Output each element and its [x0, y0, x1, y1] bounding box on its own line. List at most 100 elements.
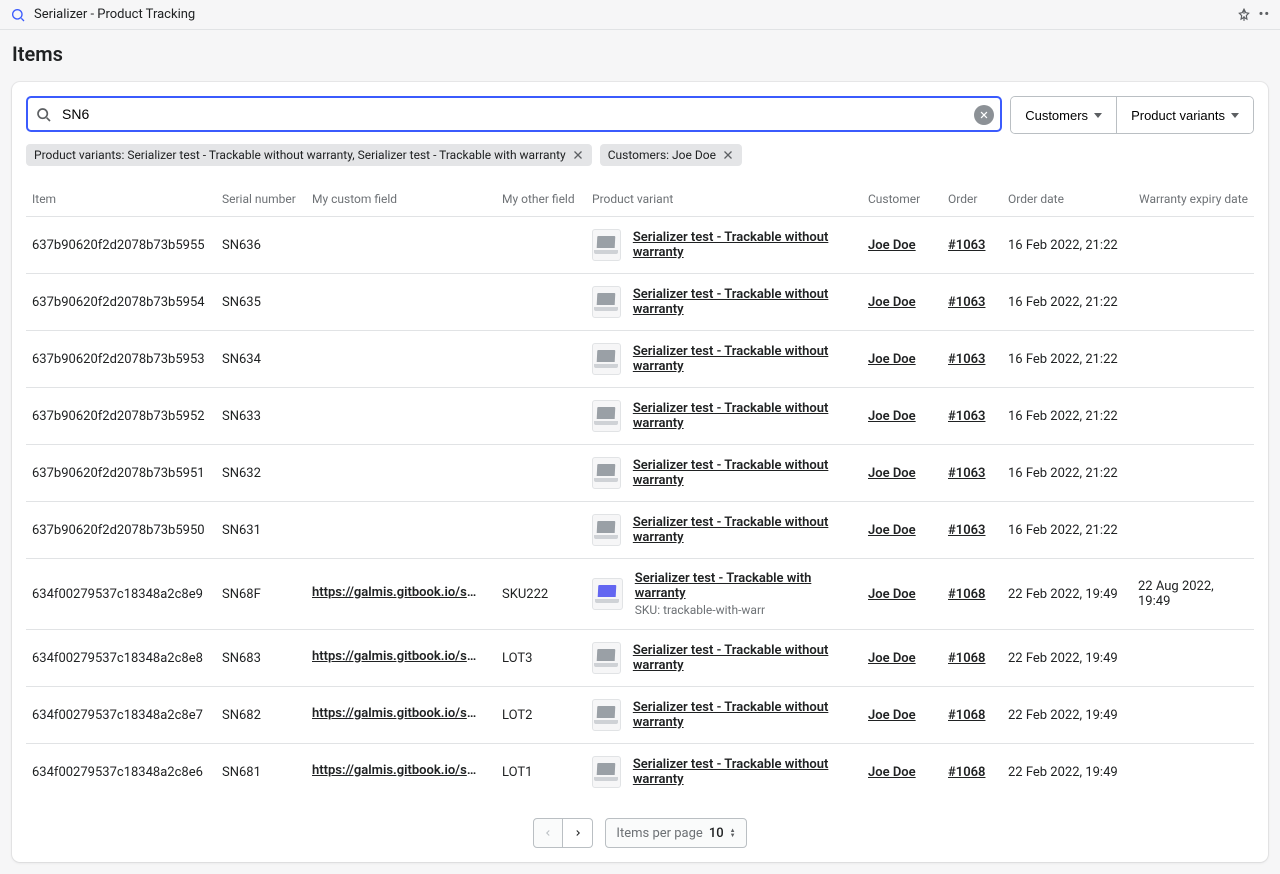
warranty-date	[1132, 502, 1254, 559]
variant-link[interactable]: Serializer test - Trackable without warr…	[633, 757, 856, 787]
item-id: 637b90620f2d2078b73b5954	[26, 274, 216, 331]
pagination: Items per page 10 ▲▼	[26, 818, 1254, 848]
table-row[interactable]: 634f00279537c18348a2c8e8SN683https://gal…	[26, 630, 1254, 687]
order-date: 22 Feb 2022, 19:49	[1002, 744, 1132, 801]
serial-number: SN636	[216, 217, 306, 274]
serial-number: SN634	[216, 331, 306, 388]
table-row[interactable]: 637b90620f2d2078b73b5952SN633 Serializer …	[26, 388, 1254, 445]
serial-number: SN683	[216, 630, 306, 687]
customer-link[interactable]: Joe Doe	[868, 295, 916, 310]
customer-link[interactable]: Joe Doe	[868, 651, 916, 666]
order-link[interactable]: #1063	[948, 352, 985, 367]
order-link[interactable]: #1063	[948, 523, 985, 538]
order-link[interactable]: #1063	[948, 238, 985, 253]
col-order-date: Order date	[1002, 182, 1132, 217]
clear-search-button[interactable]	[974, 105, 994, 125]
warranty-date	[1132, 274, 1254, 331]
order-link[interactable]: #1068	[948, 708, 985, 723]
customer-link[interactable]: Joe Doe	[868, 466, 916, 481]
warranty-date	[1132, 744, 1254, 801]
other-field: LOT1	[496, 744, 586, 801]
serial-number: SN633	[216, 388, 306, 445]
item-id: 637b90620f2d2078b73b5951	[26, 445, 216, 502]
col-serial: Serial number	[216, 182, 306, 217]
variant-thumbnail	[592, 578, 623, 610]
variant-link[interactable]: Serializer test - Trackable without warr…	[633, 458, 856, 488]
app-title: Serializer - Product Tracking	[34, 7, 1237, 22]
customers-dropdown[interactable]: Customers	[1011, 97, 1116, 133]
col-order: Order	[942, 182, 1002, 217]
customer-link[interactable]: Joe Doe	[868, 238, 916, 253]
filter-chip[interactable]: Customers: Joe Doe	[600, 144, 742, 166]
variant-link[interactable]: Serializer test - Trackable without warr…	[633, 643, 856, 673]
variant-thumbnail	[592, 699, 621, 731]
col-custom: My custom field	[306, 182, 496, 217]
customer-link[interactable]: Joe Doe	[868, 708, 916, 723]
items-card: Customers Product variants Product varia…	[12, 82, 1268, 862]
variant-link[interactable]: Serializer test - Trackable without warr…	[633, 700, 856, 730]
variant-link[interactable]: Serializer test - Trackable without warr…	[633, 344, 856, 374]
custom-field-link[interactable]: https://galmis.gitbook.io/seri...	[312, 706, 482, 721]
table-row[interactable]: 634f00279537c18348a2c8e9SN68Fhttps://gal…	[26, 559, 1254, 630]
order-link[interactable]: #1063	[948, 409, 985, 424]
variant-link[interactable]: Serializer test - Trackable with warrant…	[635, 571, 856, 601]
serial-number: SN632	[216, 445, 306, 502]
table-row[interactable]: 637b90620f2d2078b73b5950SN631Serializer …	[26, 502, 1254, 559]
variant-thumbnail	[592, 457, 621, 489]
items-per-page-select[interactable]: Items per page 10 ▲▼	[605, 818, 746, 848]
item-id: 634f00279537c18348a2c8e9	[26, 559, 216, 630]
custom-field-link[interactable]: https://galmis.gitbook.io/seri...	[312, 649, 482, 664]
col-item: Item	[26, 182, 216, 217]
table-row[interactable]: 637b90620f2d2078b73b5955SN636 Serializer …	[26, 217, 1254, 274]
col-customer: Customer	[862, 182, 942, 217]
warranty-date	[1132, 630, 1254, 687]
variant-thumbnail	[592, 343, 621, 375]
chevron-left-icon	[543, 828, 553, 838]
items-table: Item Serial number My custom field My ot…	[26, 182, 1254, 800]
close-icon[interactable]	[572, 149, 584, 161]
more-icon[interactable]: ••	[1259, 7, 1270, 22]
customer-link[interactable]: Joe Doe	[868, 352, 916, 367]
variant-thumbnail	[592, 400, 621, 432]
prev-page-button[interactable]	[533, 818, 563, 848]
order-link[interactable]: #1063	[948, 466, 985, 481]
variant-link[interactable]: Serializer test - Trackable without warr…	[633, 230, 856, 260]
customer-link[interactable]: Joe Doe	[868, 587, 916, 602]
warranty-date	[1132, 388, 1254, 445]
table-row[interactable]: 637b90620f2d2078b73b5953SN634Serializer …	[26, 331, 1254, 388]
search-input[interactable]	[26, 96, 1002, 132]
item-id: 637b90620f2d2078b73b5955	[26, 217, 216, 274]
warranty-date	[1132, 331, 1254, 388]
chevron-right-icon	[573, 828, 583, 838]
close-icon[interactable]	[722, 149, 734, 161]
chevron-down-icon	[1231, 113, 1239, 118]
pin-icon[interactable]	[1237, 8, 1251, 22]
variant-link[interactable]: Serializer test - Trackable without warr…	[633, 287, 856, 317]
variant-thumbnail	[592, 514, 621, 546]
order-link[interactable]: #1063	[948, 295, 985, 310]
variants-dropdown[interactable]: Product variants	[1116, 97, 1253, 133]
table-row[interactable]: 637b90620f2d2078b73b5954SN635 Serializer …	[26, 274, 1254, 331]
next-page-button[interactable]	[563, 818, 593, 848]
table-row[interactable]: 637b90620f2d2078b73b5951SN632 Serializer …	[26, 445, 1254, 502]
customer-link[interactable]: Joe Doe	[868, 765, 916, 780]
customer-link[interactable]: Joe Doe	[868, 523, 916, 538]
filter-chip[interactable]: Product variants: Serializer test - Trac…	[26, 144, 592, 166]
item-id: 637b90620f2d2078b73b5950	[26, 502, 216, 559]
order-link[interactable]: #1068	[948, 587, 985, 602]
order-date: 16 Feb 2022, 21:22	[1002, 274, 1132, 331]
serial-number: SN635	[216, 274, 306, 331]
table-row[interactable]: 634f00279537c18348a2c8e7SN682https://gal…	[26, 687, 1254, 744]
col-warranty: Warranty expiry date	[1132, 182, 1254, 217]
order-link[interactable]: #1068	[948, 765, 985, 780]
order-link[interactable]: #1068	[948, 651, 985, 666]
table-row[interactable]: 634f00279537c18348a2c8e6SN681https://gal…	[26, 744, 1254, 801]
custom-field-link[interactable]: https://galmis.gitbook.io/seri...	[312, 585, 482, 600]
order-date: 16 Feb 2022, 21:22	[1002, 388, 1132, 445]
custom-field-link[interactable]: https://galmis.gitbook.io/seri...	[312, 763, 482, 778]
variant-link[interactable]: Serializer test - Trackable without warr…	[633, 401, 856, 431]
variant-link[interactable]: Serializer test - Trackable without warr…	[633, 515, 856, 545]
warranty-date	[1132, 687, 1254, 744]
item-id: 637b90620f2d2078b73b5952	[26, 388, 216, 445]
customer-link[interactable]: Joe Doe	[868, 409, 916, 424]
